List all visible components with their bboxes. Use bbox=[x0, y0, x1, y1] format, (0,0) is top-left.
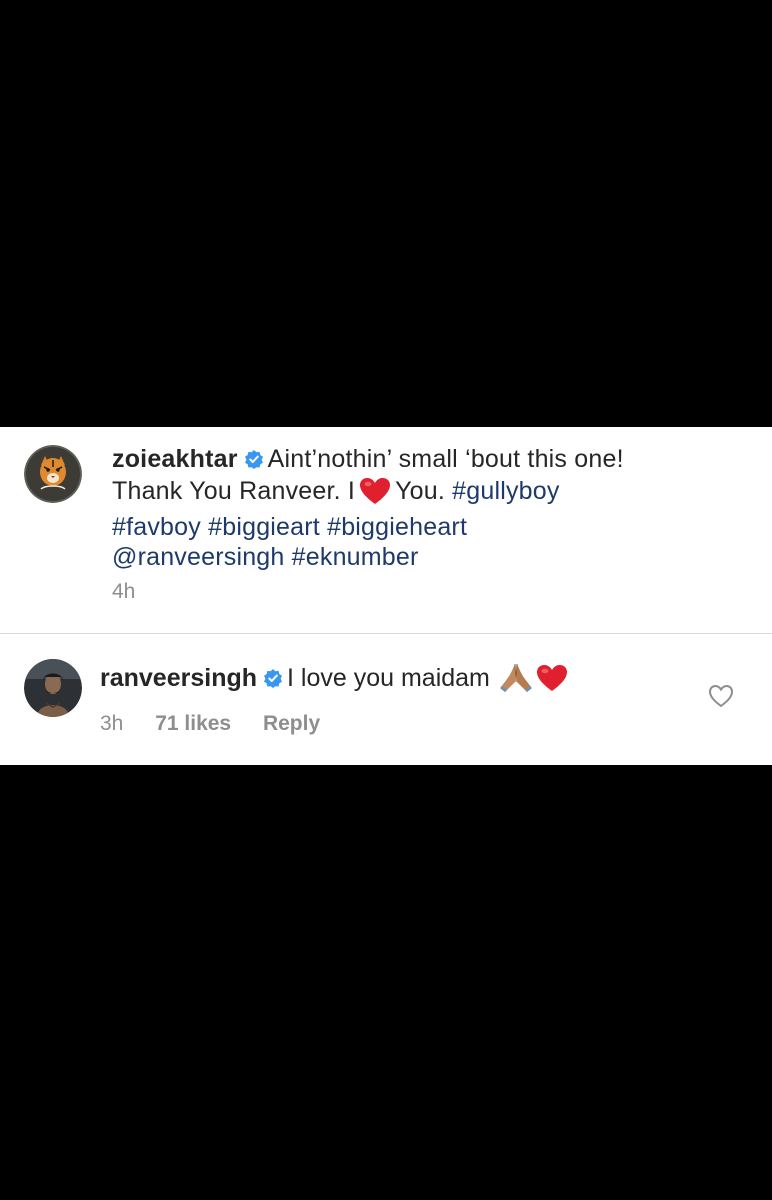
caption-line-2: Thank You Ranveer. I bbox=[112, 477, 356, 505]
reply-comment: ranveersingh I love you maidam 3h 71 like… bbox=[0, 634, 772, 765]
zoieakhtar-avatar[interactable] bbox=[24, 445, 82, 503]
caption-line-1: Aint’nothin’ small ‘bout this one! bbox=[267, 445, 624, 473]
caption-text: zoieakhtar Aint’nothin’ small ‘bout this … bbox=[112, 444, 732, 572]
hashtag-gullyboy[interactable]: #gullyboy bbox=[452, 477, 559, 505]
screenshot-frame: zoieakhtar Aint’nothin’ small ‘bout this … bbox=[0, 0, 772, 1200]
hashtag-eknumber[interactable]: #eknumber bbox=[292, 543, 419, 571]
reply-message: I love you maidam bbox=[287, 664, 490, 692]
hashtag-biggieheart[interactable]: #biggieheart bbox=[327, 513, 467, 541]
caption-timestamp: 4h bbox=[112, 580, 136, 603]
hashtag-biggieart[interactable]: #biggieart bbox=[208, 513, 320, 541]
red-heart-emoji-icon bbox=[536, 664, 568, 699]
heart-outline-icon[interactable] bbox=[708, 684, 734, 708]
reply-likes-count[interactable]: 71 likes bbox=[155, 712, 231, 735]
post-caption: zoieakhtar Aint’nothin’ small ‘bout this … bbox=[0, 427, 772, 633]
reply-username[interactable]: ranveersingh bbox=[100, 664, 257, 692]
reply-timestamp: 3h bbox=[100, 712, 124, 735]
caption-line-2-end: You. bbox=[395, 477, 445, 505]
verified-badge-icon bbox=[263, 665, 283, 695]
verified-badge-icon bbox=[244, 446, 264, 476]
reply-meta: 3h 71 likes Reply bbox=[100, 712, 346, 736]
reply-button[interactable]: Reply bbox=[263, 712, 320, 735]
hashtag-favboy[interactable]: #favboy bbox=[112, 513, 201, 541]
red-heart-emoji-icon bbox=[359, 477, 391, 512]
mention-ranveersingh[interactable]: @ranveersingh bbox=[112, 543, 285, 571]
comments-panel: zoieakhtar Aint’nothin’ small ‘bout this … bbox=[0, 427, 772, 765]
caption-username[interactable]: zoieakhtar bbox=[112, 445, 238, 473]
ranveersingh-avatar[interactable] bbox=[24, 659, 82, 717]
reply-text: ranveersingh I love you maidam bbox=[100, 662, 660, 699]
folded-hands-emoji-icon bbox=[498, 662, 534, 699]
